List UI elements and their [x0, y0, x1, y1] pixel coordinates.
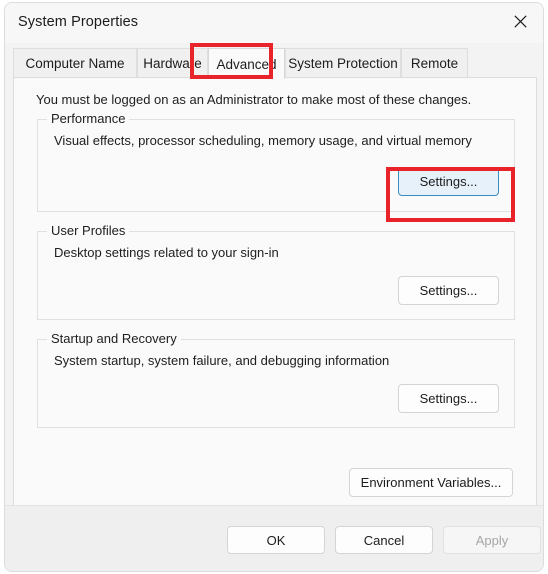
- tab-computer-name[interactable]: Computer Name: [13, 48, 137, 78]
- title-bar: System Properties: [5, 3, 543, 43]
- user-profiles-group-label: User Profiles: [47, 223, 130, 238]
- startup-recovery-description: System startup, system failure, and debu…: [54, 353, 390, 368]
- tab-label: Remote: [410, 56, 459, 71]
- performance-settings-button[interactable]: Settings...: [398, 167, 499, 196]
- tab-label: Advanced: [216, 56, 277, 72]
- administrator-note: You must be logged on as an Administrato…: [36, 92, 472, 107]
- performance-description: Visual effects, processor scheduling, me…: [54, 133, 472, 148]
- tab-hardware[interactable]: Hardware: [137, 48, 208, 78]
- performance-group: Performance Visual effects, processor sc…: [37, 111, 515, 212]
- ok-button[interactable]: OK: [227, 526, 325, 554]
- environment-variables-button[interactable]: Environment Variables...: [349, 468, 513, 497]
- startup-recovery-group: Startup and Recovery System startup, sys…: [37, 331, 515, 428]
- tab-label: Computer Name: [25, 56, 125, 71]
- tab-label: System Protection: [288, 56, 398, 71]
- tab-advanced[interactable]: Advanced: [208, 48, 285, 79]
- window-title: System Properties: [18, 14, 139, 30]
- system-properties-dialog: System Properties Computer Name Hardware…: [4, 2, 544, 572]
- dialog-footer: OK Cancel Apply: [5, 505, 543, 571]
- cancel-button[interactable]: Cancel: [335, 526, 433, 554]
- tab-remote[interactable]: Remote: [401, 48, 468, 78]
- performance-group-label: Performance: [47, 111, 130, 126]
- apply-button[interactable]: Apply: [443, 526, 541, 554]
- tab-system-protection[interactable]: System Protection: [285, 48, 401, 78]
- tab-label: Hardware: [143, 56, 202, 71]
- user-profiles-description: Desktop settings related to your sign-in: [54, 245, 279, 260]
- close-icon[interactable]: [497, 3, 543, 39]
- user-profiles-group: User Profiles Desktop settings related t…: [37, 223, 515, 320]
- tab-strip: Computer Name Hardware Advanced System P…: [13, 48, 537, 79]
- startup-recovery-group-label: Startup and Recovery: [47, 331, 181, 346]
- user-profiles-settings-button[interactable]: Settings...: [398, 276, 499, 305]
- advanced-tab-panel: You must be logged on as an Administrato…: [13, 77, 537, 506]
- startup-recovery-settings-button[interactable]: Settings...: [398, 384, 499, 413]
